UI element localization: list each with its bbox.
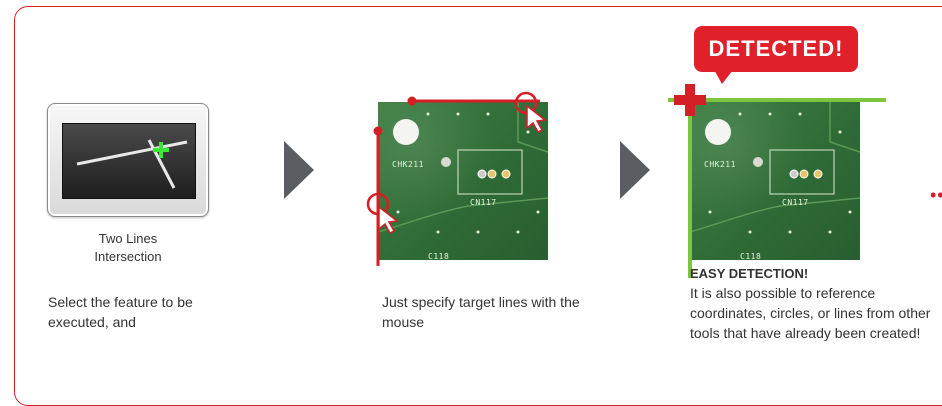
badge-pointer [712,66,736,84]
more-indicator: •• [930,185,942,205]
feature-preview [62,123,196,199]
next-arrow-icon [620,141,650,199]
mouse-cursor-icon [526,104,547,133]
detected-lines-overlay [668,84,886,278]
two-lines-intersection-icon [76,139,188,189]
mouse-cursor-icon [378,205,399,234]
line-selection-overlay [366,91,547,266]
easy-detection-heading: EASY DETECTION! [690,266,809,281]
next-arrow-icon [284,141,314,199]
step3-description: It is also possible to reference coordin… [690,285,931,341]
feature-label: Two Lines Intersection [94,231,162,264]
step2-description: Just specify target lines with the mouse [382,294,580,330]
step1-description: Select the feature to be executed, and [48,294,193,330]
crosshair-icon [674,84,706,116]
two-lines-intersection-button[interactable] [47,103,209,217]
